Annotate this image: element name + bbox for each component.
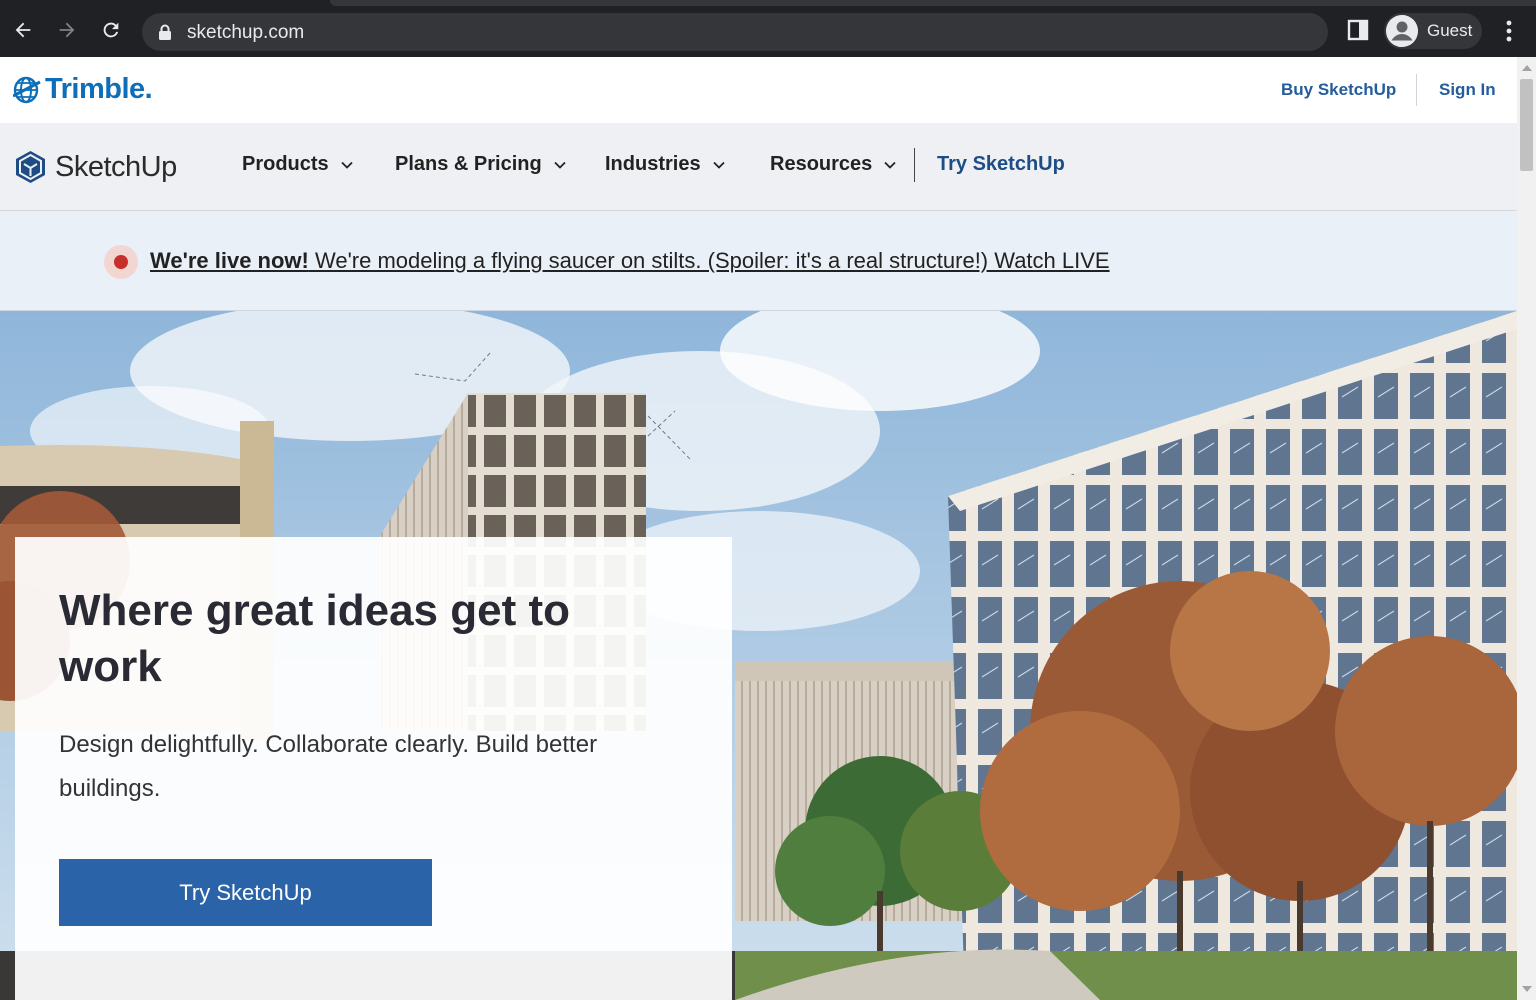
live-stream-link[interactable]: We're live now! We're modeling a flying … (150, 248, 1110, 274)
profile-label: Guest (1427, 21, 1473, 40)
chevron-down-icon (712, 161, 725, 169)
nav-products[interactable]: Products (242, 153, 353, 176)
chevron-down-icon (884, 161, 896, 169)
sketchup-cube-icon (16, 151, 45, 183)
hero-try-sketchup-button[interactable]: Try SketchUp (59, 859, 432, 926)
address-bar[interactable]: sketchup.com (142, 13, 1328, 51)
nav-divider (914, 148, 915, 182)
nav-resources[interactable]: Resources (770, 153, 896, 176)
side-panel-icon[interactable] (1346, 18, 1370, 42)
chevron-down-icon (554, 161, 566, 169)
page-scrollbar[interactable] (1517, 57, 1536, 1000)
live-now-label: We're live now! (150, 248, 309, 273)
browser-toolbar: sketchup.com Guest (0, 0, 1536, 57)
hero-card: Where great ideas get to work Design del… (15, 537, 732, 1000)
sketchup-wordmark: SketchUp (55, 150, 177, 183)
nav-products-label: Products (242, 153, 329, 175)
forward-button[interactable] (53, 16, 81, 44)
trimble-wordmark: Trimble. (45, 73, 153, 105)
profile-button[interactable]: Guest (1384, 13, 1482, 49)
live-banner: We're live now! We're modeling a flying … (0, 211, 1517, 311)
sign-in-link[interactable]: Sign In (1439, 80, 1496, 100)
web-page: Trimble. Buy SketchUp Sign In SketchUp P… (0, 57, 1517, 1000)
scrollbar-thumb[interactable] (1520, 79, 1533, 171)
hero-title: Where great ideas get to work (59, 586, 571, 691)
chevron-down-icon (341, 161, 353, 169)
more-vert-icon[interactable] (1500, 16, 1518, 46)
live-description: We're modeling a flying saucer on stilts… (308, 248, 1110, 273)
trimble-header: Trimble. Buy SketchUp Sign In (0, 57, 1517, 123)
arrow-left-icon (15, 22, 31, 38)
scroll-up-arrow-icon[interactable] (1522, 65, 1532, 71)
tab-strip (330, 0, 1536, 6)
reload-button[interactable] (97, 16, 125, 44)
hero-subtitle: Design delightfully. Collaborate clearly… (59, 731, 598, 802)
nav-plans-pricing[interactable]: Plans & Pricing (395, 153, 566, 176)
nav-try-sketchup[interactable]: Try SketchUp (937, 153, 1065, 176)
lock-icon (159, 24, 171, 40)
main-nav: SketchUp Products Plans & Pricing Indust… (0, 123, 1517, 211)
nav-plans-pricing-label: Plans & Pricing (395, 153, 542, 175)
nav-resources-label: Resources (770, 153, 873, 175)
nav-industries[interactable]: Industries (605, 153, 725, 176)
sketchup-logo[interactable]: SketchUp (14, 150, 177, 184)
url-text: sketchup.com (187, 22, 305, 43)
arrow-right-icon (59, 22, 75, 38)
trimble-logo[interactable]: Trimble. (13, 73, 153, 106)
back-button[interactable] (9, 16, 37, 44)
divider (1416, 74, 1417, 106)
nav-industries-label: Industries (605, 153, 701, 175)
hero-section: Where great ideas get to work Design del… (0, 311, 1517, 1000)
trimble-globe-icon (13, 76, 41, 103)
live-indicator-icon (104, 245, 138, 279)
avatar-icon (1386, 15, 1418, 47)
scroll-down-arrow-icon[interactable] (1522, 986, 1532, 992)
buy-sketchup-link[interactable]: Buy SketchUp (1281, 80, 1396, 100)
reload-icon (103, 22, 119, 38)
